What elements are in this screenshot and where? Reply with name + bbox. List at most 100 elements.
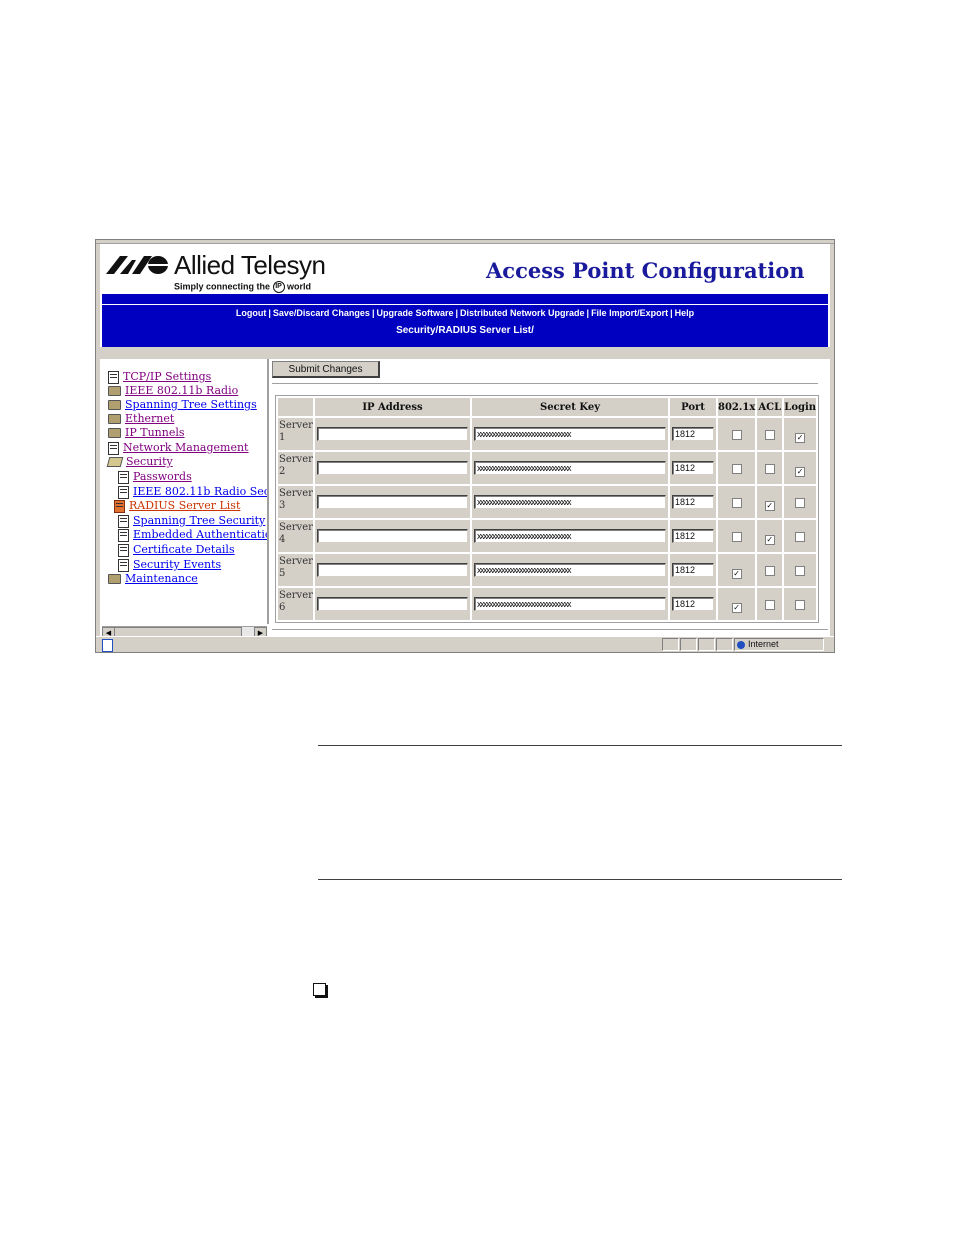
secret-key-input[interactable]: xxxxxxxxxxxxxxxxxxxxxxxxxxxxxxx [474, 563, 666, 577]
ip-address-input[interactable] [317, 427, 468, 441]
secret-key-input[interactable]: xxxxxxxxxxxxxxxxxxxxxxxxxxxxxxx [474, 461, 666, 475]
login-checkbox[interactable] [795, 599, 806, 610]
sidebar-item-spanning-tree[interactable]: Spanning Tree Settings [108, 398, 257, 412]
sidebar-item-embedded-auth-server[interactable]: Embedded Authentication Server [118, 528, 267, 542]
8021x-checkbox-cell: ✓ [718, 554, 756, 586]
folder-icon [108, 414, 121, 424]
status-cell [662, 638, 679, 651]
acl-checkbox-cell [757, 588, 783, 620]
login-checkbox[interactable] [795, 497, 806, 508]
note-top-rule [318, 745, 842, 746]
ip-address-input[interactable] [317, 597, 468, 611]
acl-checkbox[interactable] [764, 599, 775, 610]
status-cell [698, 638, 715, 651]
tagline-prefix: Simply connecting the [174, 281, 271, 292]
page-icon [102, 639, 113, 652]
sidebar-item-security-events[interactable]: Security Events [118, 558, 221, 572]
page-title: Access Point Configuration [486, 258, 805, 283]
nav-file-import-export-link[interactable]: File Import/Export [591, 308, 668, 318]
server-name-cell: Server 6 [278, 588, 313, 620]
port-input[interactable]: 1812 [672, 597, 714, 611]
ip-address-input[interactable] [317, 461, 468, 475]
sidebar-item-spanning-tree-security[interactable]: Spanning Tree Security [118, 514, 265, 528]
login-checkbox[interactable] [795, 565, 806, 576]
acl-checkbox[interactable] [764, 463, 775, 474]
8021x-checkbox[interactable]: ✓ [731, 602, 742, 613]
secret-key-input[interactable]: xxxxxxxxxxxxxxxxxxxxxxxxxxxxxxx [474, 529, 666, 543]
nav-distributed-upgrade-link[interactable]: Distributed Network Upgrade [460, 308, 585, 318]
sidebar-item-passwords[interactable]: Passwords [118, 470, 192, 484]
nav-help-link[interactable]: Help [675, 308, 695, 318]
sidebar-item-radius-server-list[interactable]: RADIUS Server List [114, 499, 240, 513]
acl-checkbox[interactable] [764, 429, 775, 440]
sidebar-item-label[interactable]: Spanning Tree Settings [125, 398, 257, 411]
ip-address-input[interactable] [317, 529, 468, 543]
port-input[interactable]: 1812 [672, 495, 714, 509]
submit-changes-button[interactable]: Submit Changes [272, 361, 380, 378]
ip-address-input[interactable] [317, 495, 468, 509]
sidebar-item-label[interactable]: IEEE 802.11b Radio [125, 384, 238, 397]
login-checkbox[interactable]: ✓ [795, 432, 806, 443]
nav-upgrade-software-link[interactable]: Upgrade Software [376, 308, 453, 318]
ip-address-cell [315, 588, 470, 620]
port-input[interactable]: 1812 [672, 529, 714, 543]
sidebar-item-certificate-details[interactable]: Certificate Details [118, 543, 235, 557]
main-content: Submit Changes IP Address Secret Key Por… [270, 359, 830, 636]
secret-key-input[interactable]: xxxxxxxxxxxxxxxxxxxxxxxxxxxxxxx [474, 427, 666, 441]
breadcrumb: Security/RADIUS Server List/ [396, 325, 534, 336]
secret-key-input[interactable]: xxxxxxxxxxxxxxxxxxxxxxxxxxxxxxx [474, 495, 666, 509]
8021x-checkbox[interactable] [731, 531, 742, 542]
acl-checkbox[interactable]: ✓ [764, 534, 775, 545]
port-input[interactable]: 1812 [672, 427, 714, 441]
sidebar-item-label[interactable]: RADIUS Server List [129, 499, 240, 512]
scrollbar-thumb[interactable] [114, 627, 242, 636]
sidebar-item-label[interactable]: Network Management [123, 441, 248, 454]
folder-icon [108, 386, 121, 396]
sidebar-item-label[interactable]: Spanning Tree Security [133, 514, 265, 527]
server-name: Server 6 [279, 590, 313, 613]
sidebar-item-label[interactable]: Maintenance [125, 572, 198, 585]
sidebar-item-tcpip[interactable]: TCP/IP Settings [108, 370, 211, 384]
sidebar-item-label[interactable]: Passwords [133, 470, 192, 483]
sidebar-horizontal-scrollbar[interactable]: ◀ ▶ [102, 626, 267, 636]
secret-key-input[interactable]: xxxxxxxxxxxxxxxxxxxxxxxxxxxxxxx [474, 597, 666, 611]
ip-address-input[interactable] [317, 563, 468, 577]
sidebar-item-ip-tunnels[interactable]: IP Tunnels [108, 426, 185, 440]
sidebar-item-label[interactable]: Ethernet [125, 412, 174, 425]
sidebar-item-security[interactable]: Security [106, 455, 173, 469]
sidebar-item-network-management[interactable]: Network Management [108, 441, 248, 455]
acl-checkbox[interactable]: ✓ [764, 500, 775, 511]
folder-icon [108, 574, 121, 584]
port-input[interactable]: 1812 [672, 563, 714, 577]
scroll-right-icon[interactable]: ▶ [254, 627, 267, 636]
8021x-checkbox[interactable]: ✓ [731, 568, 742, 579]
8021x-checkbox[interactable] [731, 463, 742, 474]
table-body: Server 1 xxxxxxxxxxxxxxxxxxxxxxxxxxxxxxx 1… [278, 418, 817, 620]
document-icon [114, 499, 125, 513]
sidebar-item-maintenance[interactable]: Maintenance [108, 572, 198, 586]
sidebar-item-label[interactable]: Security Events [133, 558, 221, 571]
divider [272, 383, 818, 384]
nav-logout-link[interactable]: Logout [236, 308, 267, 318]
server-name-cell: Server 4 [278, 520, 313, 552]
sidebar-item-label[interactable]: Security [126, 455, 173, 468]
sidebar-item-radio-security[interactable]: IEEE 802.11b Radio Security [118, 485, 267, 499]
sidebar-item-radio[interactable]: IEEE 802.11b Radio [108, 384, 238, 398]
sidebar-item-label[interactable]: TCP/IP Settings [123, 370, 211, 383]
login-checkbox[interactable]: ✓ [795, 466, 806, 477]
nav-save-discard-link[interactable]: Save/Discard Changes [273, 308, 370, 318]
sidebar-item-label[interactable]: IP Tunnels [125, 426, 185, 439]
8021x-checkbox[interactable] [731, 429, 742, 440]
port-input[interactable]: 1812 [672, 461, 714, 475]
8021x-checkbox[interactable] [731, 497, 742, 508]
acl-checkbox-cell: ✓ [757, 520, 783, 552]
acl-checkbox[interactable] [764, 565, 775, 576]
sidebar-item-label[interactable]: Certificate Details [133, 543, 235, 556]
secret-key-cell: xxxxxxxxxxxxxxxxxxxxxxxxxxxxxxx [472, 520, 668, 552]
login-checkbox[interactable] [795, 531, 806, 542]
8021x-checkbox-cell: ✓ [718, 588, 756, 620]
status-cell [680, 638, 697, 651]
sidebar-item-label[interactable]: Embedded Authentication Server [133, 528, 267, 541]
sidebar-item-label[interactable]: IEEE 802.11b Radio Security [133, 485, 267, 498]
sidebar-item-ethernet[interactable]: Ethernet [108, 412, 174, 426]
